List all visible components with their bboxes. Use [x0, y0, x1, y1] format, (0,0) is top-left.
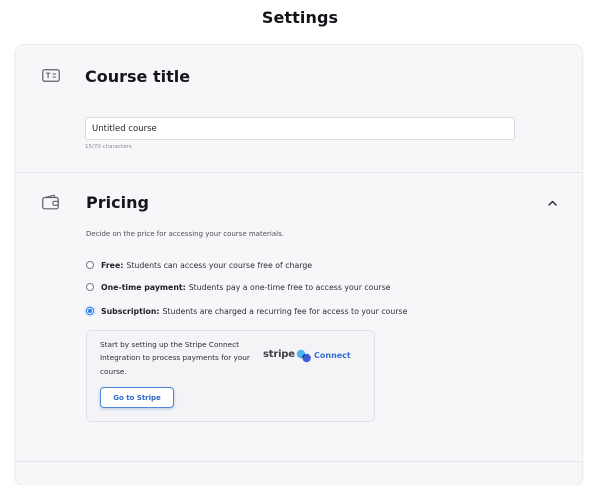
stripe-logo: stripe — [263, 349, 295, 360]
stripe-connect-icon — [296, 349, 311, 363]
pricing-option-one-time[interactable]: One-time payment: Students pay a one-tim… — [86, 281, 390, 293]
section-divider — [16, 172, 582, 173]
option-text: Students pay a one-time free to access y… — [188, 282, 391, 292]
stripe-connect-label: Connect — [314, 351, 351, 360]
settings-card: Course title 15/70 characters Pricing De… — [16, 45, 582, 485]
option-text: Students can access your course free of … — [126, 260, 313, 270]
stripe-connect-description: Start by setting up the Stripe Connect I… — [100, 340, 250, 376]
go-to-stripe-button[interactable]: Go to Stripe — [100, 387, 174, 408]
option-title: Free: — [101, 260, 124, 270]
option-title: One-time payment: — [101, 282, 186, 292]
course-title-input[interactable] — [85, 117, 515, 140]
option-title: Subscription: — [101, 306, 160, 316]
course-title-heading: Course title — [85, 67, 191, 86]
wallet-icon — [42, 194, 59, 210]
pricing-option-free[interactable]: Free: Students can access your course fr… — [86, 259, 312, 271]
radio-subscription[interactable] — [86, 307, 94, 315]
pricing-description: Decide on the price for accessing your c… — [86, 230, 284, 238]
pricing-option-subscription[interactable]: Subscription: Students are charged a rec… — [86, 305, 407, 317]
character-count: 15/70 characters — [85, 144, 132, 150]
section-divider — [16, 461, 582, 462]
stripe-connect-panel: Start by setting up the Stripe Connect I… — [86, 330, 375, 422]
radio-one-time[interactable] — [86, 283, 94, 291]
text-field-icon — [42, 69, 60, 82]
page-title: Settings — [261, 8, 339, 27]
chevron-up-icon[interactable] — [548, 200, 557, 206]
radio-free[interactable] — [86, 261, 94, 269]
pricing-heading: Pricing — [86, 193, 149, 212]
option-text: Students are charged a recurring fee for… — [162, 306, 408, 316]
